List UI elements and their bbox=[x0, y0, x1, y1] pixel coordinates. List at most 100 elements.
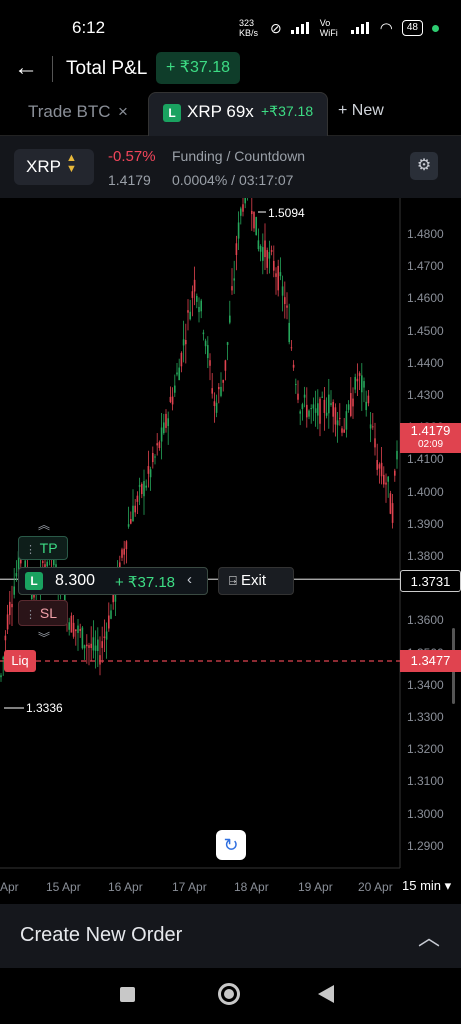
new-tab-button[interactable]: + New bbox=[338, 102, 384, 120]
candle-body bbox=[312, 404, 315, 409]
refresh-icon[interactable]: ↻ bbox=[216, 830, 246, 860]
tab-xrp[interactable]: L XRP 69x +₹37.18 bbox=[148, 92, 328, 136]
candle-body bbox=[242, 204, 244, 212]
last-price-value: 1.4179 bbox=[410, 423, 451, 438]
net-speed: 323 KB/s bbox=[239, 18, 259, 38]
candle-body bbox=[266, 250, 268, 268]
tab-trade-btc[interactable]: Trade BTC bbox=[28, 102, 111, 122]
position-line-box[interactable]: L 8.300 + ₹37.18 ‹ bbox=[18, 567, 208, 595]
candle-body bbox=[163, 422, 165, 434]
back-arrow-icon[interactable]: ← bbox=[14, 54, 44, 82]
candle-body bbox=[284, 297, 286, 305]
interval-selector[interactable]: 15 min ▾ bbox=[402, 878, 451, 894]
candle-body bbox=[367, 395, 370, 404]
candle-body bbox=[101, 641, 103, 648]
clock: 6:12 bbox=[72, 18, 106, 37]
candlestick-canvas bbox=[0, 198, 455, 869]
header: ← Total P&L + ₹37.18 bbox=[0, 48, 461, 90]
candle-body bbox=[257, 240, 260, 250]
candle-body bbox=[97, 639, 99, 652]
candle-body bbox=[391, 503, 394, 523]
symbol-selector[interactable]: XRP ▲ ▼ bbox=[14, 149, 94, 185]
position-size: 8.300 bbox=[55, 572, 96, 589]
candle-body bbox=[343, 429, 345, 433]
candle-body bbox=[68, 622, 70, 630]
candle-body bbox=[369, 424, 372, 429]
candle-body bbox=[189, 311, 191, 320]
y-tick-label: 1.4800 bbox=[407, 227, 444, 241]
candle-body bbox=[277, 265, 279, 291]
candle-body bbox=[306, 404, 308, 418]
candle-body bbox=[292, 364, 295, 368]
drag-handle-icon: ⋮ bbox=[25, 544, 36, 556]
candle-body bbox=[226, 342, 229, 345]
back-icon[interactable] bbox=[318, 985, 334, 1003]
candle-body bbox=[15, 573, 18, 577]
home-icon[interactable] bbox=[218, 983, 240, 1005]
candle-body bbox=[323, 399, 326, 413]
stop-loss-button[interactable]: ⋮ SL bbox=[18, 600, 68, 626]
y-tick-label: 1.3300 bbox=[407, 710, 444, 724]
candle-countdown: 02:09 bbox=[417, 439, 444, 450]
symbol-name: XRP bbox=[26, 157, 61, 176]
candle-body bbox=[108, 615, 110, 629]
candle-body bbox=[264, 240, 266, 258]
candle-body bbox=[358, 373, 361, 376]
candle-body bbox=[347, 404, 350, 410]
gear-icon[interactable]: ⚙ bbox=[410, 152, 438, 180]
recents-icon[interactable] bbox=[120, 987, 135, 1002]
y-tick-label: 1.3900 bbox=[407, 516, 444, 531]
candle-body bbox=[303, 394, 306, 398]
exit-button[interactable]: ⍈ Exit bbox=[218, 567, 294, 595]
high-price-label: 1.5094 bbox=[268, 206, 305, 220]
candle-body bbox=[70, 615, 73, 633]
price-chart[interactable]: 1.48001.47001.46001.45001.44001.43001.42… bbox=[0, 198, 461, 904]
wifi-calling-label: Vo WiFi bbox=[319, 18, 338, 38]
y-tick-label: 1.4400 bbox=[407, 355, 444, 370]
long-badge: L bbox=[25, 572, 43, 590]
candle-body bbox=[385, 482, 387, 485]
close-icon[interactable]: × bbox=[118, 102, 128, 122]
candle-body bbox=[110, 610, 112, 619]
sort-arrows-icon: ▲ ▼ bbox=[66, 152, 77, 175]
candle-body bbox=[383, 474, 385, 485]
candle-body bbox=[9, 601, 11, 616]
chevron-up-icon[interactable]: ︽ bbox=[38, 516, 50, 533]
candle-body bbox=[154, 456, 156, 458]
create-order-panel[interactable]: Create New Order ︿ bbox=[0, 904, 461, 968]
candle-body bbox=[81, 627, 84, 649]
y-tick-label: 1.4100 bbox=[407, 452, 444, 467]
candle-body bbox=[394, 470, 396, 476]
y-tick-label: 1.4000 bbox=[407, 484, 444, 499]
candle-body bbox=[149, 469, 152, 478]
chevron-down-icon[interactable]: ︾ bbox=[38, 629, 50, 646]
chevron-up-icon[interactable]: ︿ bbox=[418, 920, 440, 952]
candle-body bbox=[176, 372, 178, 375]
candle-body bbox=[354, 376, 356, 390]
candle-body bbox=[308, 410, 310, 417]
total-pnl-badge: + ₹37.18 bbox=[156, 52, 241, 84]
candle-body bbox=[136, 495, 139, 502]
candle-body bbox=[83, 645, 86, 649]
y-tick-label: 1.3600 bbox=[407, 613, 444, 628]
funding-label: Funding / Countdown bbox=[172, 148, 306, 164]
chevron-left-icon[interactable]: ‹ bbox=[187, 571, 192, 588]
take-profit-button[interactable]: ⋮ TP bbox=[18, 536, 68, 560]
funding-value: 0.0004% / 03:17:07 bbox=[172, 172, 294, 188]
candle-body bbox=[259, 246, 262, 252]
candle-body bbox=[350, 393, 352, 416]
candle-body bbox=[92, 637, 95, 651]
candle-body bbox=[169, 396, 172, 403]
candle-body bbox=[268, 252, 271, 259]
candle-body bbox=[275, 273, 277, 277]
candle-body bbox=[356, 378, 359, 382]
candle-body bbox=[187, 310, 189, 313]
candle-body bbox=[332, 401, 334, 417]
long-badge: L bbox=[163, 104, 181, 122]
candle-body bbox=[321, 396, 323, 398]
candle-body bbox=[6, 614, 9, 630]
candle-body bbox=[281, 286, 284, 296]
candle-body bbox=[13, 586, 15, 595]
candle-body bbox=[11, 603, 13, 608]
candle-body bbox=[79, 628, 81, 631]
